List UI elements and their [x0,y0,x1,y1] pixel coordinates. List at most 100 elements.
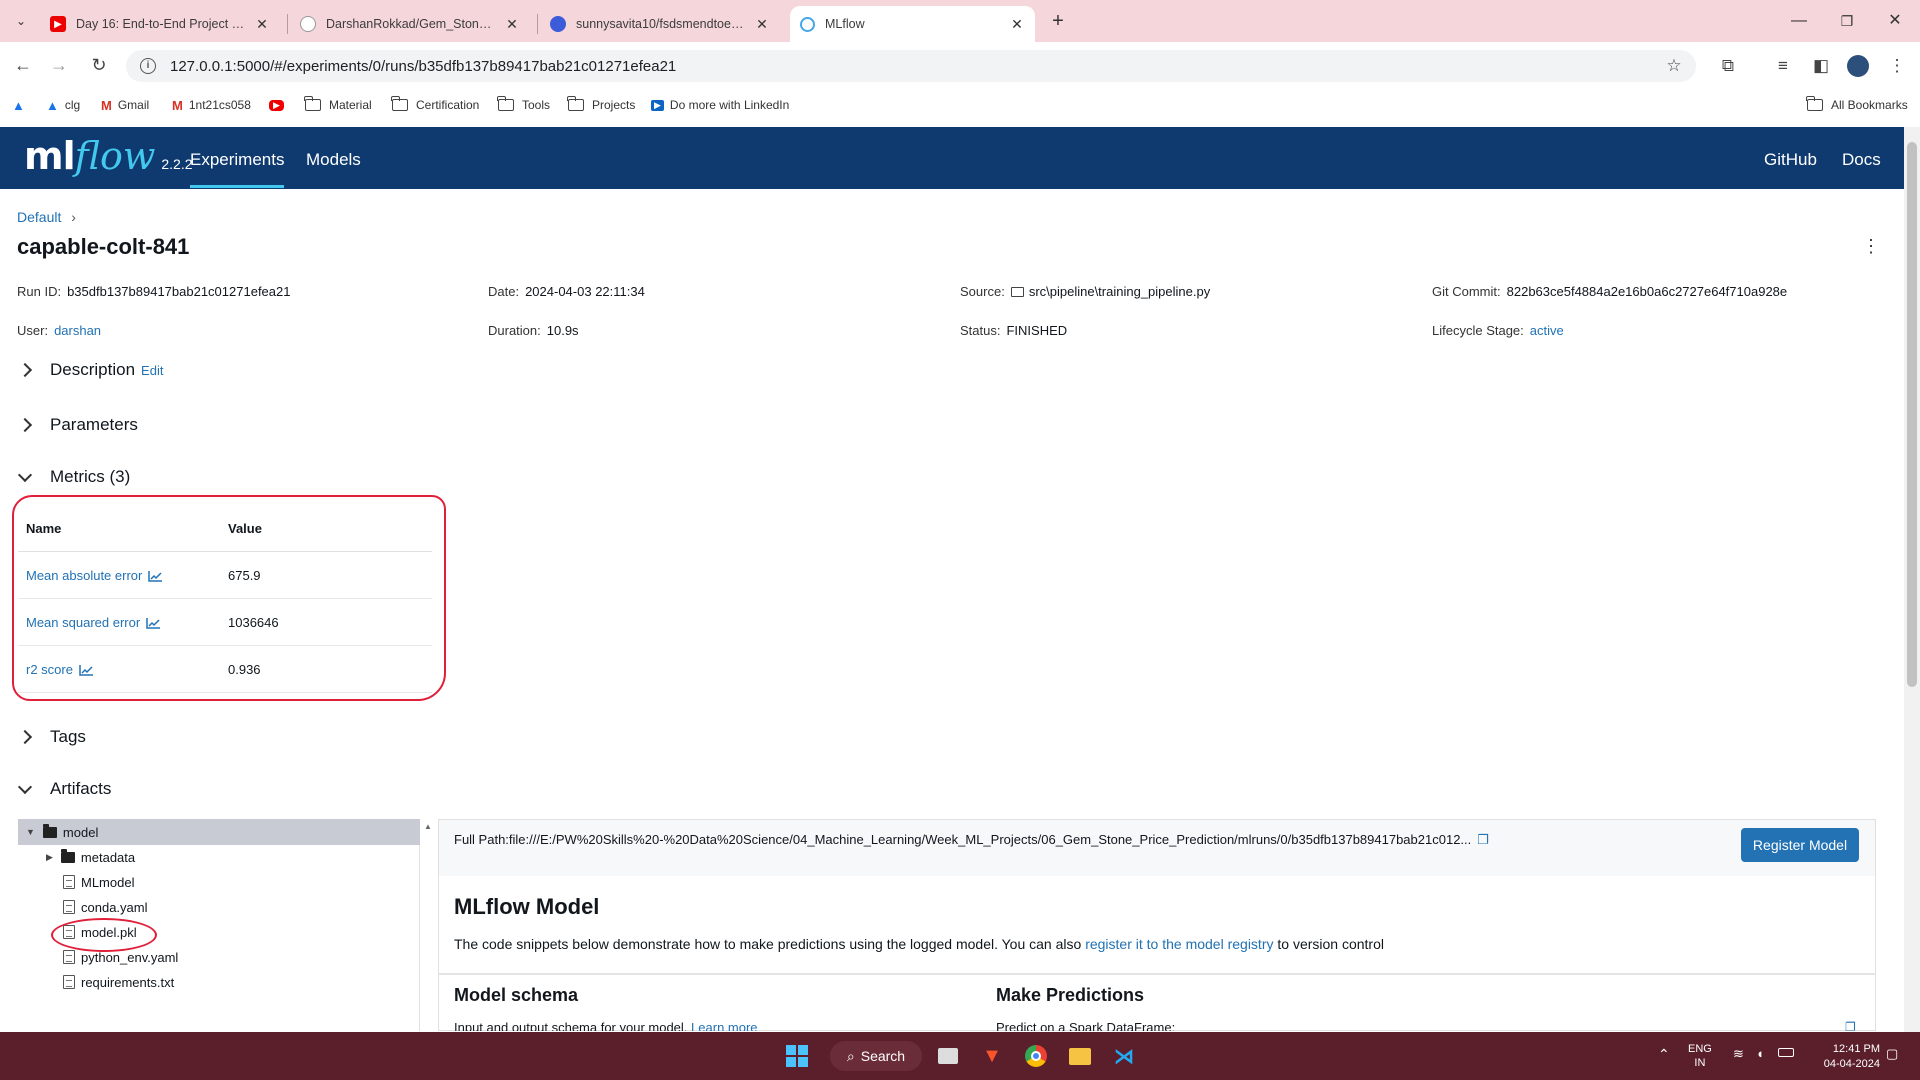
section-parameters[interactable]: Parameters [17,413,138,437]
tree-item-conda[interactable]: conda.yaml [63,895,147,919]
mlflow-model-description: The code snippets below demonstrate how … [454,936,1384,952]
reload-icon[interactable]: ↻ [84,50,114,80]
mlflow-logo[interactable]: ml flow 2.2.2 [24,134,193,180]
run-duration: Duration: 10.9s [488,323,579,338]
taskbar-search[interactable]: ⌕ Search [830,1041,922,1071]
profile-avatar[interactable] [1847,55,1869,77]
github-icon [550,16,566,32]
register-registry-link[interactable]: register it to the model registry [1085,936,1273,952]
google-drive-icon: ▲ [12,97,25,113]
new-tab-icon[interactable]: + [1046,9,1070,33]
file-explorer-icon[interactable] [1062,1038,1098,1074]
chevron-down-icon [17,467,33,482]
run-id: Run ID: b35dfb137b89417bab21c01271efea21 [17,284,291,299]
bookmark-1nt21cs058[interactable]: M 1nt21cs058 [172,95,251,115]
scroll-up-icon[interactable]: ▲ [424,822,432,831]
restore-icon[interactable]: ❐ [1830,8,1864,34]
tab-search-chevron-icon[interactable]: ⌄ [10,10,32,32]
close-tab-icon[interactable]: ✕ [1009,16,1025,33]
media-control-icon[interactable]: ≡ [1770,53,1796,79]
extensions-icon[interactable]: ⧉ [1715,53,1741,79]
breadcrumb-default[interactable]: Default [17,209,61,225]
forward-icon[interactable]: → [44,50,74,80]
language-indicator[interactable]: ENG IN [1688,1042,1712,1070]
bookmark-tools[interactable]: Tools [497,95,550,115]
notification-icon[interactable]: ▢ [1886,1046,1898,1062]
site-info-icon[interactable]: i [140,58,156,74]
folder-icon [304,96,321,111]
copy-icon[interactable]: ❐ [1845,1020,1856,1031]
address-bar[interactable]: i 127.0.0.1:5000/#/experiments/0/runs/b3… [126,50,1696,82]
tab-mlflow[interactable]: MLflow ✕ [790,6,1035,42]
make-predictions-desc: Predict on a Spark DataFrame: [996,1020,1176,1031]
nav-models[interactable]: Models [306,150,361,170]
youtube-icon: ▶ [50,16,66,32]
section-artifacts[interactable]: Artifacts [17,777,111,801]
file-icon [63,900,75,914]
edit-description-link[interactable]: Edit [141,363,163,378]
brave-icon[interactable]: ▼ [974,1038,1010,1074]
tree-item-model[interactable]: ▼ model [26,820,98,844]
tab-youtube[interactable]: ▶ Day 16: End-to-End Project Deploy ✕ [40,6,280,42]
bookmark-star-icon[interactable]: ☆ [1661,53,1687,79]
close-tab-icon[interactable]: ✕ [754,16,770,33]
github-link[interactable]: GitHub [1764,150,1817,170]
chevron-right-icon [17,417,33,433]
close-tab-icon[interactable]: ✕ [254,16,270,33]
menu-kebab-icon[interactable]: ⋮ [1884,53,1910,79]
volume-icon[interactable]: ◖ [1756,1046,1764,1061]
vscode-icon[interactable]: ⋊ [1106,1038,1142,1074]
close-tab-icon[interactable]: ✕ [504,16,520,33]
close-window-icon[interactable]: ✕ [1878,8,1912,34]
tree-item-metadata[interactable]: ▶ metadata [46,845,135,869]
learn-more-link[interactable]: Learn more [691,1020,757,1031]
run-user: User: darshan [17,323,102,338]
battery-icon[interactable] [1778,1048,1794,1060]
bookmark-certification[interactable]: Certification [391,95,479,115]
caret-right-icon[interactable]: ▶ [46,852,53,863]
caret-down-icon[interactable]: ▼ [26,827,35,837]
clock[interactable]: 12:41 PM 04-04-2024 [1808,1042,1880,1072]
tree-item-mlmodel[interactable]: MLmodel [63,870,134,894]
run-menu-kebab-icon[interactable]: ⋮ [1862,236,1880,257]
scrollbar-thumb[interactable] [1907,142,1917,687]
side-panel-icon[interactable]: ◧ [1808,53,1834,79]
section-metrics[interactable]: Metrics (3) [17,465,130,489]
red-annotation-circle [51,918,157,952]
mlflow-model-title: MLflow Model [454,894,600,919]
bookmark-material[interactable]: Material [304,95,372,115]
bookmark-clg[interactable]: ▲ clg [46,95,80,115]
file-icon [63,875,75,889]
file-icon [63,950,75,964]
tree-item-requirements[interactable]: requirements.txt [63,970,174,994]
tab-github-fsds[interactable]: sunnysavita10/fsdsmendtoend - G ✕ [540,6,780,42]
lifecycle-link[interactable]: active [1530,323,1564,338]
minimize-icon[interactable]: — [1782,8,1816,34]
chevron-right-icon [17,362,33,378]
bookmark-drive[interactable]: ▲ [12,95,31,115]
task-view-icon[interactable] [930,1038,966,1074]
windows-start-icon[interactable] [779,1038,815,1074]
back-icon[interactable]: ← [8,50,38,80]
tab-github-gem[interactable]: DarshanRokkad/Gem_Stone_Price_ ✕ [290,6,530,42]
copy-icon[interactable]: ❐ [1477,832,1489,847]
chrome-icon[interactable] [1018,1038,1054,1074]
section-description[interactable]: Description Edit [17,358,163,382]
bookmark-gmail[interactable]: M Gmail [101,95,149,115]
register-model-button[interactable]: Register Model [1741,828,1859,862]
model-schema-title: Model schema [454,985,579,1005]
bookmark-projects[interactable]: Projects [567,95,635,115]
wifi-icon[interactable]: ≋ [1733,1046,1744,1062]
mlflow-icon [800,16,815,32]
docs-link[interactable]: Docs [1842,150,1881,170]
user-link[interactable]: darshan [54,323,101,338]
chevron-right-icon [17,729,33,745]
tray-overflow-icon[interactable]: ⌃ [1658,1046,1670,1063]
tab-separator [537,14,538,34]
bookmark-linkedin[interactable]: ▶ Do more with LinkedIn [651,95,789,115]
bookmark-youtube[interactable]: ▶ [269,95,290,115]
nav-experiments[interactable]: Experiments [190,150,285,188]
model-schema-desc: Input and output schema for your model. … [454,1020,758,1031]
all-bookmarks[interactable]: All Bookmarks [1806,95,1908,115]
section-tags[interactable]: Tags [17,725,86,749]
